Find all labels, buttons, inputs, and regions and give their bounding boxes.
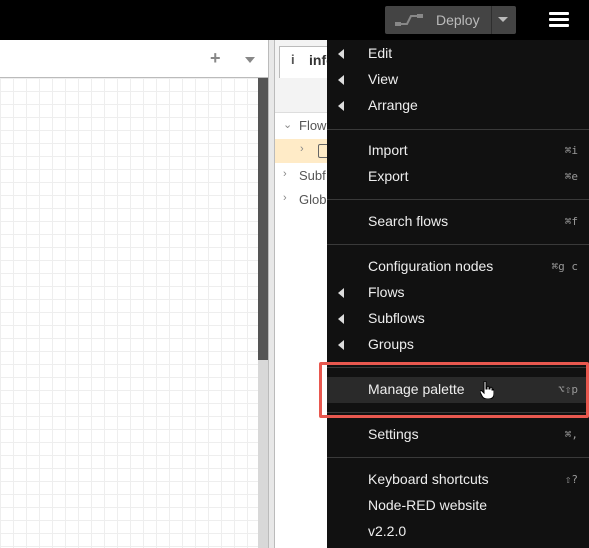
submenu-arrow-icon bbox=[338, 75, 344, 85]
menu-item-shortcut: ⌘e bbox=[564, 170, 578, 183]
add-tab-button[interactable]: + bbox=[210, 48, 221, 69]
flow-canvas[interactable] bbox=[0, 78, 258, 548]
menu-item-export[interactable]: Export ⌘e bbox=[327, 164, 589, 190]
menu-item-flows[interactable]: Flows bbox=[327, 280, 589, 306]
tree-item-flows[interactable]: ⌄ Flow bbox=[275, 114, 335, 138]
tree-item-global[interactable]: › Glob bbox=[275, 188, 335, 212]
menu-item-label: Keyboard shortcuts bbox=[368, 471, 489, 487]
submenu-arrow-icon bbox=[338, 288, 344, 298]
hand-cursor-icon bbox=[480, 381, 494, 399]
menu-item-keyboard-shortcuts[interactable]: Keyboard shortcuts ⇧? bbox=[327, 467, 589, 493]
deploy-dropdown-icon[interactable] bbox=[498, 17, 508, 22]
hamburger-icon[interactable] bbox=[549, 12, 569, 28]
submenu-arrow-icon bbox=[338, 49, 344, 59]
info-icon: i bbox=[291, 52, 295, 67]
menu-item-node-red-website[interactable]: Node-RED website bbox=[327, 493, 589, 519]
chevron-right-icon: › bbox=[283, 168, 287, 180]
tree-item-label: Flow bbox=[299, 118, 327, 133]
menu-item-subflows[interactable]: Subflows bbox=[327, 306, 589, 332]
chevron-right-icon: › bbox=[283, 192, 287, 204]
submenu-arrow-icon bbox=[338, 314, 344, 324]
workspace-tab-bar bbox=[0, 40, 268, 78]
menu-item-label: Search flows bbox=[368, 213, 449, 229]
menu-divider bbox=[327, 244, 589, 245]
menu-item-shortcut: ⌘i bbox=[564, 144, 578, 157]
menu-divider bbox=[327, 457, 589, 458]
menu-item-groups[interactable]: Groups bbox=[327, 332, 589, 358]
menu-item-label: Subflows bbox=[368, 310, 425, 326]
menu-divider bbox=[327, 129, 589, 130]
menu-item-label: Configuration nodes bbox=[368, 258, 494, 274]
menu-item-label: Import bbox=[368, 142, 408, 158]
menu-item-view[interactable]: View bbox=[327, 67, 589, 93]
deploy-icon bbox=[395, 14, 423, 26]
menu-item-label: Groups bbox=[368, 336, 414, 352]
chevron-down-icon: ⌄ bbox=[283, 119, 293, 131]
menu-item-label: Node-RED website bbox=[368, 497, 488, 513]
tree-item-label: Subf bbox=[299, 168, 326, 183]
sidebar-resize-handle[interactable] bbox=[268, 40, 275, 548]
menu-item-arrange[interactable]: Arrange bbox=[327, 93, 589, 119]
menu-item-configuration-nodes[interactable]: Configuration nodes ⌘g c bbox=[327, 254, 589, 280]
menu-item-shortcut: ⌘g c bbox=[551, 260, 579, 273]
menu-item-shortcut: ⇧? bbox=[564, 473, 578, 486]
menu-item-label: Edit bbox=[368, 45, 393, 61]
menu-item-label: Settings bbox=[368, 426, 419, 442]
chevron-down-icon[interactable] bbox=[245, 57, 255, 63]
submenu-arrow-icon bbox=[338, 101, 344, 111]
menu-item-shortcut: ⌘f bbox=[564, 215, 578, 228]
canvas-scrollbar-thumb[interactable] bbox=[258, 78, 268, 360]
version-label: v2.2.0 bbox=[368, 523, 407, 539]
menu-item-label: Flows bbox=[368, 284, 405, 300]
menu-item-search-flows[interactable]: Search flows ⌘f bbox=[327, 209, 589, 235]
menu-divider bbox=[327, 199, 589, 200]
deploy-button[interactable]: Deploy bbox=[385, 6, 516, 34]
deploy-divider bbox=[491, 6, 492, 34]
highlight-callout bbox=[319, 362, 589, 418]
deploy-label: Deploy bbox=[436, 12, 480, 28]
chevron-right-icon[interactable]: › bbox=[300, 143, 304, 155]
tree-item-subflows[interactable]: › Subf bbox=[275, 164, 335, 188]
menu-item-version: v2.2.0 bbox=[327, 519, 589, 545]
menu-item-edit[interactable]: Edit bbox=[327, 41, 589, 67]
menu-item-label: Arrange bbox=[368, 97, 418, 113]
menu-item-label: Export bbox=[368, 168, 409, 184]
menu-item-settings[interactable]: Settings ⌘, bbox=[327, 422, 589, 448]
submenu-arrow-icon bbox=[338, 340, 344, 350]
menu-item-import[interactable]: Import ⌘i bbox=[327, 138, 589, 164]
tree-item-label: Glob bbox=[299, 192, 327, 207]
menu-item-shortcut: ⌘, bbox=[564, 428, 578, 441]
menu-item-label: View bbox=[368, 71, 399, 87]
